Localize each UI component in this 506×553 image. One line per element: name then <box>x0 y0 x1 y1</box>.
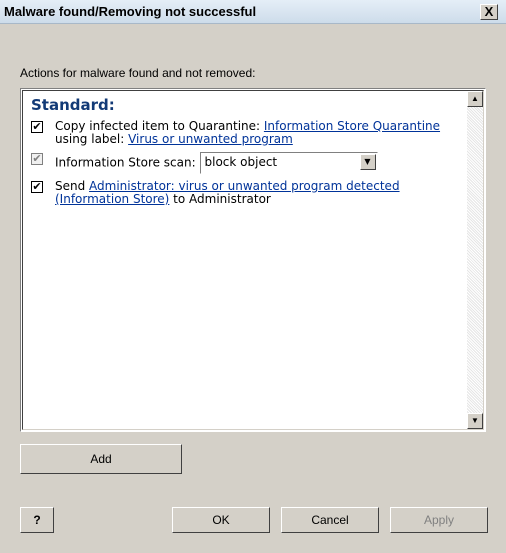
scan-select-value: block object <box>204 155 278 169</box>
ok-button[interactable]: OK <box>172 507 270 533</box>
copy-checkbox[interactable]: ✔ <box>31 121 43 133</box>
cancel-button-label: Cancel <box>311 513 349 527</box>
vertical-scrollbar[interactable]: ▲ ▼ <box>467 91 483 429</box>
dialog: Malware found/Removing not successful X … <box>0 0 506 553</box>
copy-text: Copy infected item to Quarantine: <box>55 119 264 133</box>
label-link[interactable]: Virus or unwanted program <box>128 132 293 146</box>
arrow-down-icon[interactable]: ▼ <box>467 413 483 429</box>
scan-label: Information Store scan: <box>55 155 196 170</box>
apply-button-label: Apply <box>423 513 455 527</box>
add-button-label: Add <box>90 452 112 466</box>
help-button[interactable]: ? <box>20 507 54 533</box>
close-button[interactable]: X <box>480 4 498 20</box>
apply-button[interactable]: Apply <box>390 507 488 533</box>
section-label: Actions for malware found and not remove… <box>20 66 256 80</box>
chevron-down-icon[interactable]: ▼ <box>359 154 376 170</box>
help-icon: ? <box>33 513 41 527</box>
cancel-button[interactable]: Cancel <box>281 507 379 533</box>
action-row-scan: ✔ Information Store scan: block object ▼ <box>31 152 451 174</box>
action-row-send: ✔ Send Administrator: virus or unwanted … <box>31 180 451 206</box>
panel-heading: Standard: <box>31 96 115 114</box>
send-text-after: to Administrator <box>169 192 271 206</box>
quarantine-link[interactable]: Information Store Quarantine <box>264 119 440 133</box>
add-button[interactable]: Add <box>20 444 182 474</box>
actions-panel-inner: Standard: ✔ Copy infected item to Quaran… <box>22 90 484 430</box>
send-text-before: Send <box>55 179 90 193</box>
scan-select[interactable]: block object ▼ <box>199 152 378 174</box>
actions-panel: Standard: ✔ Copy infected item to Quaran… <box>20 88 486 432</box>
ok-button-label: OK <box>212 513 230 527</box>
titlebar: Malware found/Removing not successful X <box>0 0 506 24</box>
send-checkbox[interactable]: ✔ <box>31 181 43 193</box>
window-title: Malware found/Removing not successful <box>4 4 257 19</box>
panel-content: Standard: ✔ Copy infected item to Quaran… <box>31 96 451 212</box>
label-text: using label: <box>55 132 129 146</box>
scan-checkbox: ✔ <box>31 152 43 165</box>
action-row-copy: ✔ Copy infected item to Quarantine: Info… <box>31 120 451 146</box>
arrow-up-icon[interactable]: ▲ <box>467 91 483 107</box>
